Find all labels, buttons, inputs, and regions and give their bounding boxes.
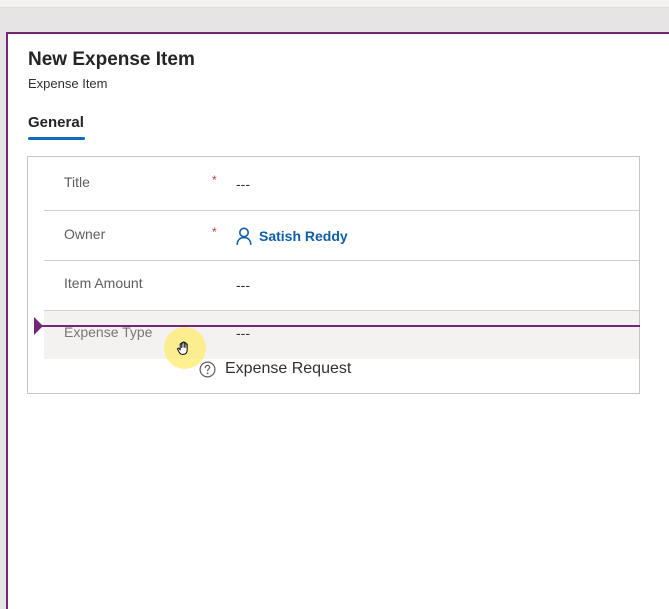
owner-name: Satish Reddy — [259, 228, 348, 244]
owner-lookup-link[interactable]: Satish Reddy — [236, 226, 348, 246]
field-label-item-amount: Item Amount — [64, 275, 143, 291]
tab-general-label: General — [28, 114, 84, 131]
field-row-item-amount: Item Amount --- — [44, 261, 639, 311]
tab-general[interactable]: General — [28, 114, 85, 140]
field-row-expense-type[interactable]: Expense Type --- — [44, 311, 639, 359]
required-indicator: * — [212, 225, 217, 239]
hand-grab-cursor-icon — [176, 341, 188, 355]
drop-insertion-line — [35, 325, 640, 327]
title-input[interactable]: --- — [236, 176, 250, 192]
field-row-title: Title * --- — [44, 157, 639, 211]
field-label-owner: Owner — [64, 226, 106, 242]
form-title: New Expense Item — [28, 49, 195, 70]
top-bar — [0, 0, 669, 8]
person-icon — [236, 227, 252, 245]
dragged-field-ghost[interactable]: Expense Request — [199, 360, 351, 378]
help-circle-icon — [199, 360, 216, 378]
field-label-title: Title — [64, 174, 90, 190]
general-section: Title * --- Owner * Satish Reddy Item Am… — [27, 156, 640, 394]
drop-insertion-marker — [34, 317, 43, 335]
field-row-owner: Owner * Satish Reddy — [44, 211, 639, 261]
tab-selected-indicator — [28, 137, 85, 140]
form-panel: New Expense Item Expense Item General Ti… — [6, 32, 669, 609]
required-indicator: * — [212, 173, 217, 187]
form-subtitle: Expense Item — [28, 76, 108, 91]
item-amount-input[interactable]: --- — [236, 277, 250, 293]
dragged-field-label: Expense Request — [225, 360, 352, 377]
expense-type-input[interactable]: --- — [236, 325, 250, 341]
